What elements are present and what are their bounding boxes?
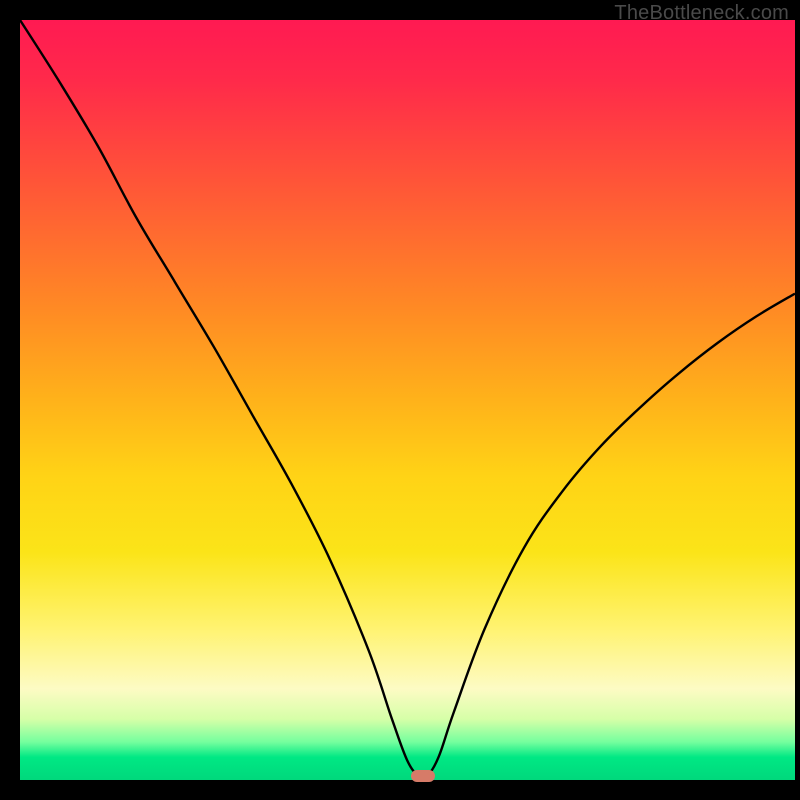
- watermark-text: TheBottleneck.com: [614, 2, 789, 25]
- bottleneck-curve: [20, 20, 795, 780]
- curve-path: [20, 20, 795, 778]
- plot-frame: TheBottleneck.com: [20, 0, 795, 780]
- plot-gradient-area: [20, 20, 795, 780]
- optimal-marker: [411, 770, 435, 782]
